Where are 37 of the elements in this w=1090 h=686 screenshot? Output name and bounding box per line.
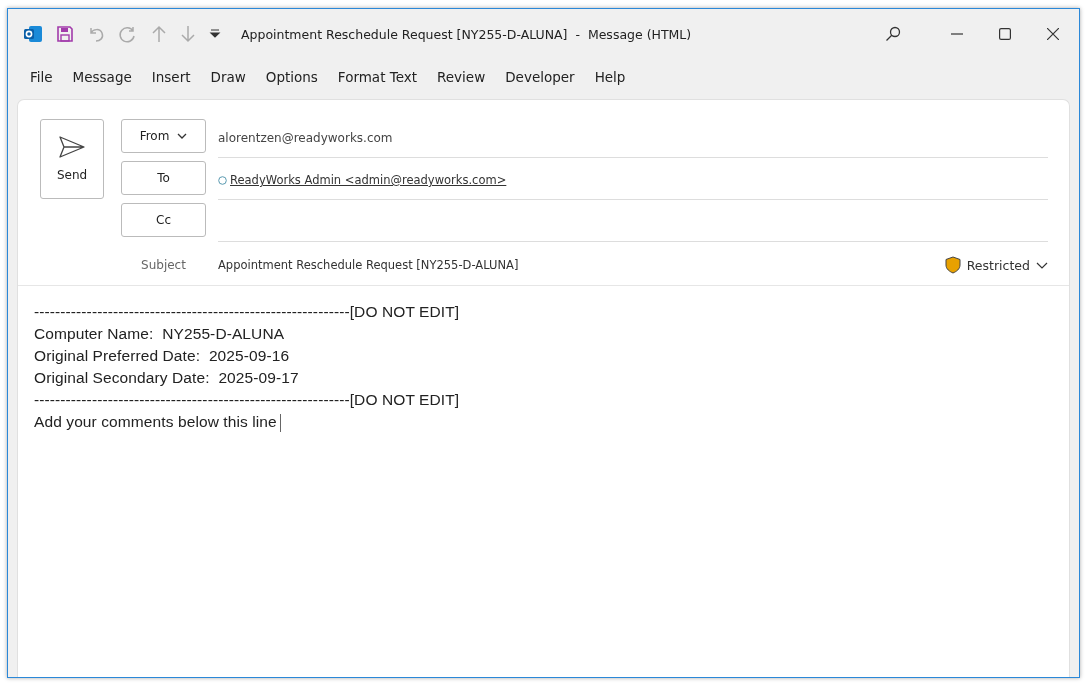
to-button[interactable]: To — [121, 161, 206, 195]
search-icon[interactable] — [885, 26, 901, 42]
presence-icon — [218, 175, 227, 185]
menu-tab[interactable]: Developer — [505, 69, 575, 85]
body-text-line: Computer Name: NY255-D-ALUNA — [34, 324, 286, 344]
menu-tab[interactable]: Help — [594, 69, 626, 85]
menu-tab[interactable]: Draw — [210, 69, 246, 85]
menu-tab[interactable]: Format Text — [337, 69, 418, 85]
window-title: Appointment Reschedule Request [NY255-D-ALUNA] - Message (HTML) — [241, 26, 693, 42]
chevron-down-icon — [1036, 261, 1048, 269]
body-text-line: Add your comments below this line — [34, 411, 1053, 433]
menu-tab[interactable]: Options — [265, 69, 318, 85]
from-address: alorentzen@readyworks.com — [218, 119, 1048, 158]
menu-tab[interactable]: Insert — [151, 69, 191, 85]
maximize-icon[interactable] — [999, 28, 1011, 40]
menu-tab[interactable]: File — [30, 69, 53, 85]
recipient-link[interactable]: ReadyWorks Admin <admin@readyworks.com> — [230, 173, 507, 187]
subject-label: Subject — [140, 258, 187, 272]
close-icon[interactable] — [1047, 28, 1059, 40]
body-text-line: Original Preferred Date: 2025-09-16 — [34, 346, 291, 366]
shield-icon — [944, 256, 961, 274]
menu-tab[interactable]: Review — [437, 69, 486, 85]
subject-field[interactable]: Appointment Reschedule Request [NY255-D-ALUNA] — [218, 258, 945, 272]
cc-button[interactable]: Cc — [121, 203, 206, 237]
chevron-down-icon — [177, 133, 188, 139]
text-cursor — [279, 413, 281, 432]
menu-tab[interactable]: Message — [72, 69, 132, 85]
body-text-line: ------------------------------------------------------------[DO NOT EDIT] — [34, 390, 461, 410]
save-icon[interactable] — [56, 25, 74, 43]
body-text-line: Original Secondary Date: 2025-09-17 — [34, 368, 300, 388]
send-button[interactable]: Send — [40, 119, 104, 199]
customize-toolbar-icon[interactable] — [209, 29, 221, 39]
sensitivity-button[interactable]: Restricted — [944, 256, 1048, 274]
body-text-line: ------------------------------------------------------------[DO NOT EDIT] — [34, 302, 461, 322]
from-button[interactable]: From — [121, 119, 206, 153]
send-icon — [59, 136, 85, 158]
mail-app-icon[interactable] — [23, 25, 43, 43]
